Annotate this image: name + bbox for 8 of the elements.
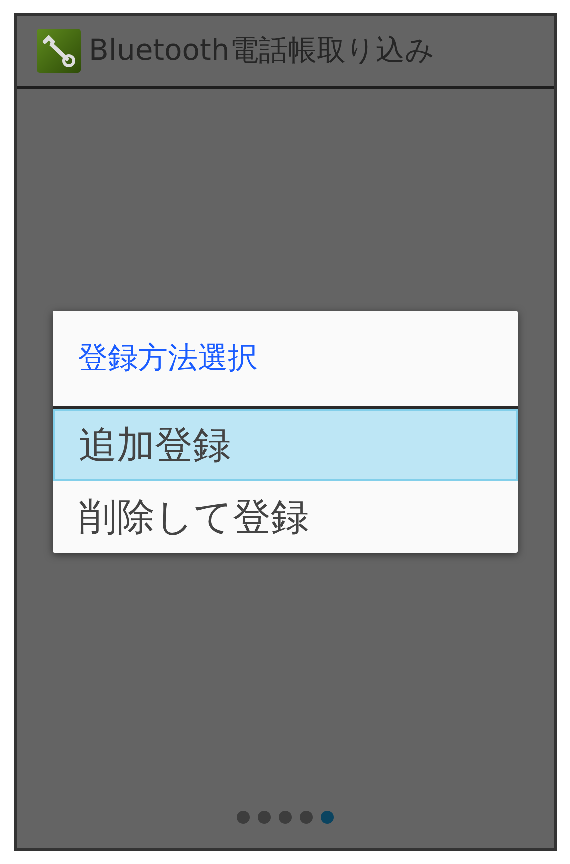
dialog-option[interactable]: 削除して登録: [53, 481, 518, 553]
dialog-option[interactable]: 追加登録: [53, 409, 518, 481]
page-dot[interactable]: [258, 811, 271, 824]
page-dot[interactable]: [300, 811, 313, 824]
app-title: Bluetooth電話帳取り込み: [89, 32, 435, 69]
page-dot[interactable]: [321, 811, 334, 824]
page-dot[interactable]: [237, 811, 250, 824]
page-dot[interactable]: [279, 811, 292, 824]
